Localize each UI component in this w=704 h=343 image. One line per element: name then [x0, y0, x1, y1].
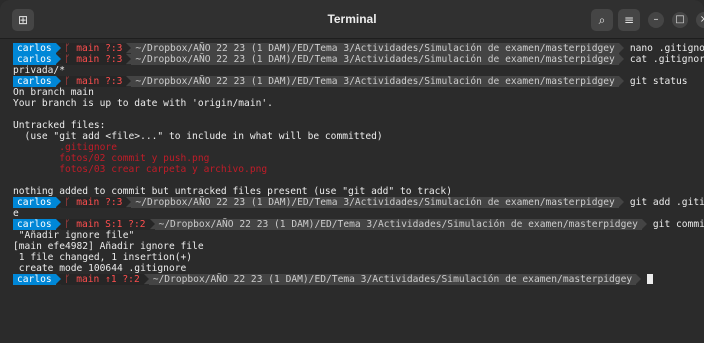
output-line: e — [13, 208, 19, 219]
output-line: "Añadir ignore file" — [13, 230, 135, 241]
prompt-path: ~/Dropbox/AÑO 22 23 (1 DAM)/ED/Tema 3/Ac… — [131, 54, 619, 65]
output-text: "Añadir ignore file" — [13, 230, 135, 241]
hamburger-menu-icon[interactable]: ≡ — [618, 9, 640, 31]
command-text: git status — [629, 76, 688, 87]
command-text: cat .gitignore — [629, 54, 704, 65]
terminal-output[interactable]: carlos ᚴ main ?:3 ~/Dropbox/AÑO 22 23 (1 D… — [0, 39, 704, 343]
untracked-file: fotos/03 crear carpeta y archivo.png — [13, 164, 268, 175]
output-text: e — [13, 208, 19, 219]
output-line: 1 file changed, 1 insertion(+) — [13, 252, 192, 263]
git-status: ᚴ main ?:3 — [60, 54, 127, 65]
git-status: ᚴ main ?:3 — [60, 76, 127, 87]
output-text: On branch main — [13, 87, 94, 98]
output-line: nothing added to commit but untracked fi… — [13, 186, 452, 197]
prompt-line: carlos ᚴ main ?:3 ~/Dropbox/AÑO 22 23 (1 D… — [13, 54, 704, 65]
output-text: privada/* — [13, 65, 65, 76]
prompt-user: carlos — [13, 274, 56, 285]
output-line: .gitignore — [13, 142, 117, 153]
untracked-file: .gitignore — [13, 142, 117, 153]
maximize-icon[interactable]: □ — [672, 12, 688, 28]
output-text: create mode 100644 .gitignore — [13, 263, 187, 274]
command-text: git commit -m — [652, 219, 704, 230]
output-line: [main efe4982] Añadir ignore file — [13, 241, 204, 252]
prompt-path: ~/Dropbox/AÑO 22 23 (1 DAM)/ED/Tema 3/Ac… — [148, 274, 637, 285]
prompt-user: carlos — [13, 76, 56, 87]
output-line: Your branch is up to date with 'origin/m… — [13, 98, 273, 109]
output-line: fotos/03 crear carpeta y archivo.png — [13, 164, 267, 175]
search-icon[interactable]: ⌕ — [591, 9, 613, 31]
output-line: privada/* — [13, 65, 65, 76]
git-status: ᚴ main ↑1 ?:2 — [60, 274, 144, 285]
git-status: ᚴ main ?:3 — [60, 43, 127, 54]
prompt-path: ~/Dropbox/AÑO 22 23 (1 DAM)/ED/Tema 3/Ac… — [131, 43, 619, 54]
command-text: git add .gitignor — [629, 197, 704, 208]
prompt-path: ~/Dropbox/AÑO 22 23 (1 DAM)/ED/Tema 3/Ac… — [131, 197, 619, 208]
output-line: fotos/02 commit y push.png — [13, 153, 209, 164]
output-text: (use "git add <file>..." to include in w… — [13, 131, 383, 142]
output-line: (use "git add <file>..." to include in w… — [13, 131, 383, 142]
output-text: Your branch is up to date with 'origin/m… — [13, 98, 273, 109]
output-line: Untracked files: — [13, 120, 105, 131]
minimize-icon[interactable]: – — [648, 12, 664, 28]
output-text: 1 file changed, 1 insertion(+) — [13, 252, 193, 263]
prompt-line: carlos ᚴ main ?:3 ~/Dropbox/AÑO 22 23 (1 D… — [13, 76, 688, 87]
output-text: [main efe4982] Añadir ignore file — [13, 241, 204, 252]
output-text: nothing added to commit but untracked fi… — [13, 186, 452, 197]
powerline-separator — [636, 274, 642, 284]
prompt-user: carlos — [13, 219, 56, 230]
git-status: ᚴ main ?:3 — [60, 197, 127, 208]
prompt-user: carlos — [13, 43, 56, 54]
output-text: Untracked files: — [13, 120, 106, 131]
prompt-line: carlos ᚴ main ↑1 ?:2 ~/Dropbox/AÑO 22 23 (… — [13, 274, 654, 285]
git-status: ᚴ main S:1 ?:2 — [60, 219, 150, 230]
command-text: nano .gitignore — [629, 43, 704, 54]
output-line: On branch main — [13, 87, 94, 98]
text-cursor — [647, 274, 654, 284]
prompt-path: ~/Dropbox/AÑO 22 23 (1 DAM)/ED/Tema 3/Ac… — [154, 219, 642, 230]
prompt-user: carlos — [13, 197, 56, 208]
title-bar: ⊞ Terminal ⌕ ≡ – □ × — [0, 0, 704, 39]
prompt-path: ~/Dropbox/AÑO 22 23 (1 DAM)/ED/Tema 3/Ac… — [131, 76, 619, 87]
output-line: create mode 100644 .gitignore — [13, 263, 187, 274]
terminal-window: ⊞ Terminal ⌕ ≡ – □ × carlos ᚴ main ?:3 ~/D… — [0, 0, 704, 343]
prompt-user: carlos — [13, 54, 56, 65]
prompt-line: carlos ᚴ main ?:3 ~/Dropbox/AÑO 22 23 (1 D… — [13, 43, 704, 54]
untracked-file: fotos/02 commit y push.png — [13, 153, 210, 164]
prompt-line: carlos ᚴ main ?:3 ~/Dropbox/AÑO 22 23 (1 D… — [13, 197, 704, 208]
prompt-line: carlos ᚴ main S:1 ?:2 ~/Dropbox/AÑO 22 23 … — [13, 219, 704, 230]
